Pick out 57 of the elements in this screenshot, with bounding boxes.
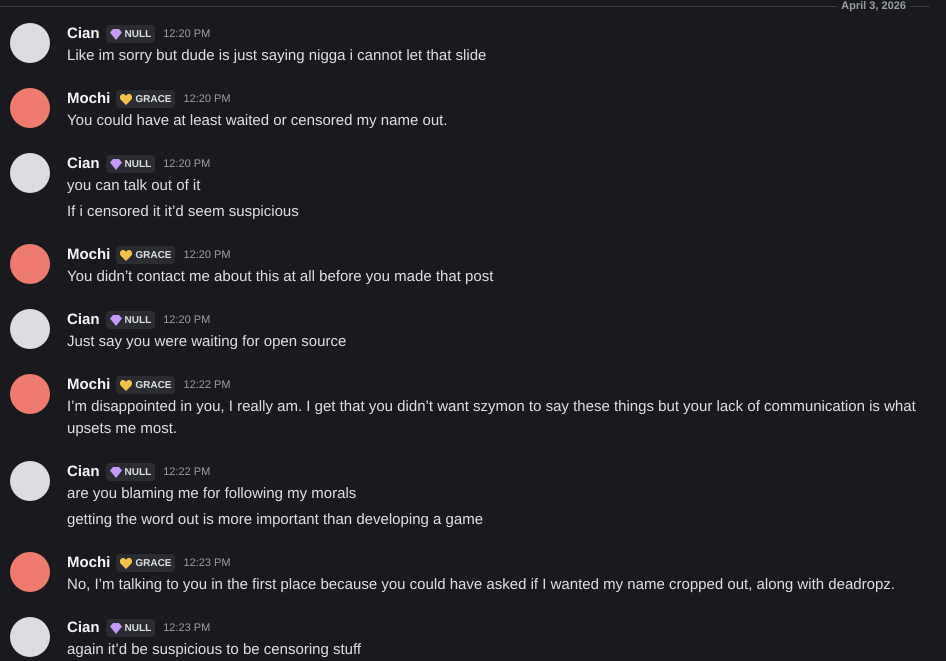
avatar[interactable] [10,88,50,128]
gem-icon [110,158,122,170]
heart-icon [120,250,132,260]
username[interactable]: Mochi [67,88,110,110]
avatar[interactable] [10,153,50,193]
role-tag-label: NULL [124,466,152,480]
message-text: you can talk out of it [67,176,202,196]
avatar[interactable] [10,374,50,414]
message-text: If i censored it it’d seem suspicious [67,202,299,222]
message-text: getting the word out is more important than developing a game [67,510,484,530]
date-divider: April 3, 2026 [840,0,907,12]
role-tag-label: GRACE [135,248,172,262]
gem-icon [110,622,122,634]
message-text: Just say you were waiting for open source [67,332,346,352]
avatar[interactable] [10,461,50,501]
gem-icon [110,28,122,40]
timestamp: 12:22 PM [183,378,231,393]
username[interactable]: Cian [67,460,100,484]
timestamp: 12:20 PM [163,312,210,328]
avatar[interactable] [10,23,50,63]
timestamp: 12:20 PM [183,248,231,263]
timestamp: 12:20 PM [163,156,210,172]
timestamp: 12:22 PM [163,464,210,480]
message-text: again it’d be suspicious to be censoring stuff [67,640,362,660]
message-text: You didn’t contact me about this at all before you made that post [67,267,494,287]
role-tag-label: GRACE [135,378,172,392]
timestamp: 12:20 PM [183,92,231,107]
username[interactable]: Cian [67,22,100,46]
gem-icon [110,466,122,478]
username[interactable]: Mochi [67,374,110,396]
message-text: No, I’m talking to you in the first place because you could have asked if I wanted my name cropped out, along with deadropz. [67,575,895,595]
gem-icon [110,314,122,326]
message-text: I’m disappointed in you, I really am. I get that you didn’t want szymon to say these things but your lack of communication is what upsets me most. [67,397,917,439]
username[interactable]: Mochi [67,244,110,266]
role-tag-label: NULL [124,158,152,172]
username[interactable]: Cian [67,616,100,640]
timestamp: 12:23 PM [183,556,231,571]
username[interactable]: Cian [67,152,100,176]
role-tag-label: NULL [124,28,152,42]
username[interactable]: Mochi [67,552,110,574]
timestamp: 12:23 PM [163,620,210,636]
heart-icon [120,94,132,104]
avatar[interactable] [10,244,50,284]
role-tag-label: NULL [124,314,152,328]
timestamp: 12:20 PM [163,26,210,42]
role-tag-label: NULL [124,622,152,636]
username[interactable]: Cian [67,308,100,332]
message-text: are you blaming me for following my morals [67,484,358,504]
message-text: Like im sorry but dude is just saying nigga i cannot let that slide [67,46,486,66]
role-tag-label: GRACE [135,556,172,570]
heart-icon [120,558,132,568]
message-text: You could have at least waited or censored my name out. [67,111,448,131]
heart-icon [120,380,132,390]
avatar[interactable] [10,309,50,349]
avatar[interactable] [10,552,50,592]
avatar[interactable] [10,617,50,657]
role-tag-label: GRACE [135,92,172,106]
